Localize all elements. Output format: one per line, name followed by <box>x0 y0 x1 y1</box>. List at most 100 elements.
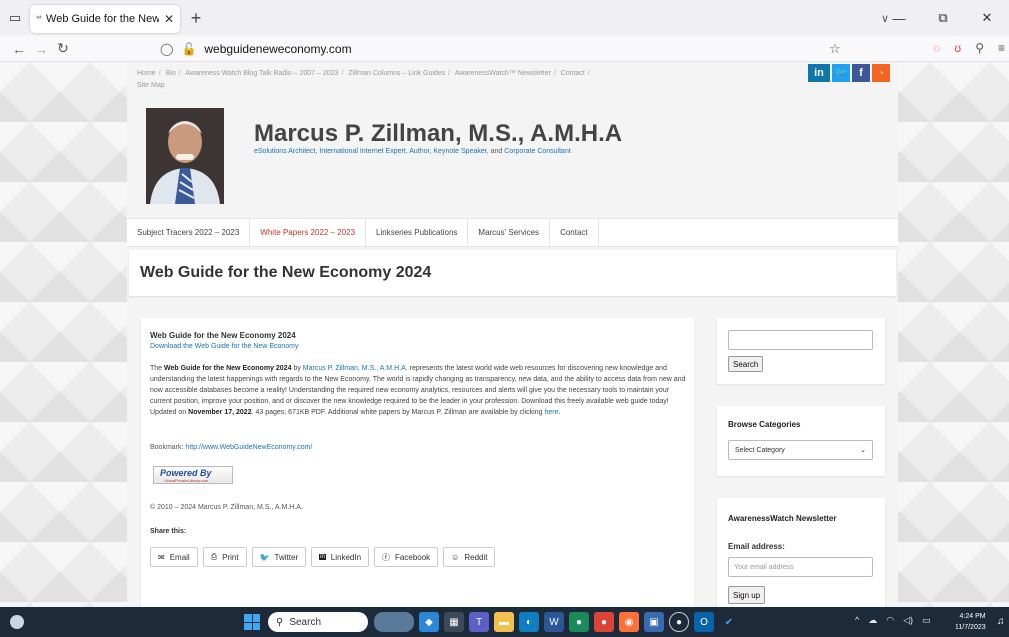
pocket-icon[interactable]: ◌ <box>933 41 940 55</box>
back-arrow-icon[interactable]: ← <box>8 41 30 57</box>
author-link[interactable]: Marcus P. Zillman, M.S., A.M.H.A. <box>303 365 408 372</box>
bookmark-url-link[interactable]: http://www.WebGuideNewEconomy.com/ <box>185 444 312 451</box>
widgets-app-icon[interactable] <box>374 612 414 632</box>
here-link[interactable]: here <box>544 409 558 416</box>
word-app-icon[interactable]: W <box>544 612 564 632</box>
reddit-icon: ☺ <box>451 552 460 562</box>
tray-overflow-icon[interactable]: ^ <box>855 615 859 626</box>
address-bar[interactable]: ◯ 🔓 webguideneweconomy.com <box>160 39 850 59</box>
share-facebook-button[interactable]: ⓕ Facebook <box>374 547 439 567</box>
reload-icon[interactable]: ↻ <box>52 40 74 57</box>
taskbar: ⚲ Search ◆ ▦ T ▬ ◐ W ● ● ◉ ▣ ● O ✔ ^ ☁ ◠ … <box>0 607 1009 637</box>
share-twitter-button[interactable]: 🐦 Twitter <box>251 547 307 567</box>
new-tab-button[interactable]: + <box>182 8 210 29</box>
search-icon: ⚲ <box>276 616 284 628</box>
copyright: © 2010 – 2024 Marcus P. Zillman, M.S., A… <box>150 504 303 511</box>
menu-white-papers[interactable]: White Papers 2022 – 2023 <box>250 219 367 246</box>
toplink-radio[interactable]: Awareness Watch Blog Talk Radio – 2007 –… <box>185 70 338 77</box>
linkedin-icon: in <box>319 554 326 560</box>
system-tray: ^ ☁ ◠ ◁) ▭ <box>855 615 931 626</box>
teams-app-icon[interactable]: T <box>469 612 489 632</box>
tab-title: Web Guide for the New Economy <box>46 13 159 25</box>
email-icon: ✉ <box>158 552 165 562</box>
url-text[interactable]: webguideneweconomy.com <box>204 42 351 56</box>
search-button[interactable]: Search <box>728 356 764 372</box>
linkedin-icon[interactable]: in <box>808 64 830 82</box>
menu-linkseries[interactable]: Linkseries Publications <box>366 219 469 246</box>
downloads-icon[interactable]: ʊ <box>954 41 961 55</box>
tab-close-icon[interactable]: ✕ <box>164 12 174 26</box>
browser-nav-bar: ← → ↻ ◯ 🔓 webguideneweconomy.com ☆ ◌ ʊ ⚲… <box>0 36 1009 62</box>
forward-arrow-icon[interactable]: → <box>30 41 52 57</box>
powered-by-badge[interactable]: Powered By VirtualPrivateLibrary.com <box>153 466 233 484</box>
search-widget: Search <box>717 318 885 384</box>
taskbar-apps: ◆ ▦ T ▬ ◐ W ● ● ◉ ▣ ● O ✔ <box>374 612 739 632</box>
article-body: The Web Guide for the New Economy 2024 b… <box>150 365 686 416</box>
top-links-bar: Home / Bio / Awareness Watch Blog Talk Rad… <box>127 62 898 98</box>
share-email-button[interactable]: ✉ Email <box>150 547 198 567</box>
toplink-columns[interactable]: Zillman Columns – Link Guides <box>348 70 445 77</box>
newsletter-widget: AwarenessWatch Newsletter Email address:… <box>717 498 885 607</box>
categories-title: Browse Categories <box>728 420 801 429</box>
menu-icon[interactable]: ≡ <box>998 41 1005 55</box>
search-input[interactable] <box>728 330 873 350</box>
dell-app-icon[interactable]: ● <box>669 612 689 632</box>
chrome-dev-icon[interactable]: ● <box>569 612 589 632</box>
file-explorer-icon[interactable]: ▬ <box>494 612 514 632</box>
menu-contact[interactable]: Contact <box>550 219 599 246</box>
toplink-bio[interactable]: Bio <box>166 70 176 77</box>
toplink-sitemap[interactable]: Site Map <box>137 82 165 89</box>
minimize-button[interactable]: — <box>877 11 921 26</box>
wifi-icon[interactable]: ◠ <box>886 615 894 626</box>
copilot-app-icon[interactable]: ◆ <box>419 612 439 632</box>
chrome-app-icon[interactable]: ● <box>594 612 614 632</box>
share-reddit-button[interactable]: ☺ Reddit <box>443 547 496 567</box>
todo-app-icon[interactable]: ✔ <box>719 612 739 632</box>
main-menu: Subject Tracers 2022 – 2023 White Papers… <box>127 218 898 247</box>
signup-button[interactable]: Sign up <box>728 586 766 604</box>
menu-subject-tracers[interactable]: Subject Tracers 2022 – 2023 <box>127 219 251 246</box>
toplink-newsletter[interactable]: AwarenessWatch™ Newsletter <box>455 70 551 77</box>
clock[interactable]: 4:24 PM 11/7/2023 <box>955 611 986 633</box>
facebook-icon[interactable]: f <box>852 64 870 82</box>
rss-icon[interactable]: ◔ <box>872 64 890 82</box>
menu-services[interactable]: Marcus' Services <box>468 219 551 246</box>
bookmark-line: Bookmark: http://www.WebGuideNewEconomy.… <box>150 444 313 451</box>
tab-list-icon[interactable]: ▭ <box>0 0 30 36</box>
category-select[interactable]: Select Category ⌄ <box>728 440 873 460</box>
email-label: Email address: <box>728 542 785 551</box>
edge-app-icon[interactable]: ◐ <box>519 612 539 632</box>
battery-icon[interactable]: ▭ <box>922 615 931 626</box>
tracking-shield-icon[interactable]: ◯ <box>160 42 173 56</box>
share-linkedin-button[interactable]: in LinkedIn <box>311 547 370 567</box>
firefox-app-icon[interactable]: ◉ <box>619 612 639 632</box>
taskbar-search[interactable]: ⚲ Search <box>268 612 368 632</box>
extensions-icon[interactable]: ⚲ <box>975 41 984 55</box>
toplink-home[interactable]: Home <box>137 70 156 77</box>
insecure-lock-icon[interactable]: 🔓 <box>181 42 196 56</box>
notification-bell-icon[interactable]: ♫ <box>997 616 1005 627</box>
volume-icon[interactable]: ◁) <box>903 615 913 626</box>
article: Web Guide for the New Economy 2024 Downl… <box>141 318 694 607</box>
site-title[interactable]: Marcus P. Zillman, M.S., A.M.H.A <box>254 120 622 148</box>
share-print-button[interactable]: ⎙ Print <box>202 547 247 567</box>
download-link[interactable]: Download the Web Guide for the New Econo… <box>150 343 299 350</box>
onedrive-icon[interactable]: ☁ <box>868 615 877 626</box>
toolbar-icons: ◌ ʊ ⚲ ≡ <box>933 41 1005 55</box>
toplink-contact[interactable]: Contact <box>561 70 585 77</box>
bookmark-star-icon[interactable]: ☆ <box>829 41 841 57</box>
start-button[interactable] <box>244 614 260 630</box>
outlook-app-icon[interactable]: O <box>694 612 714 632</box>
window-controls: — ⧉ ✕ <box>877 0 1009 36</box>
page-viewport: Home / Bio / Awareness Watch Blog Talk Rad… <box>0 62 1009 607</box>
chevron-down-icon: ⌄ <box>860 447 866 454</box>
browser-tab[interactable]: ** Web Guide for the New Economy ✕ <box>30 5 180 33</box>
email-field[interactable]: Your email address <box>728 557 873 577</box>
twitter-icon[interactable]: 🐦 <box>832 64 850 82</box>
task-view-icon[interactable]: ▦ <box>444 612 464 632</box>
weather-icon[interactable] <box>10 615 24 629</box>
close-window-button[interactable]: ✕ <box>965 10 1009 26</box>
restore-button[interactable]: ⧉ <box>921 10 965 26</box>
calendar-app-icon[interactable]: ▣ <box>644 612 664 632</box>
author-photo <box>146 108 224 204</box>
